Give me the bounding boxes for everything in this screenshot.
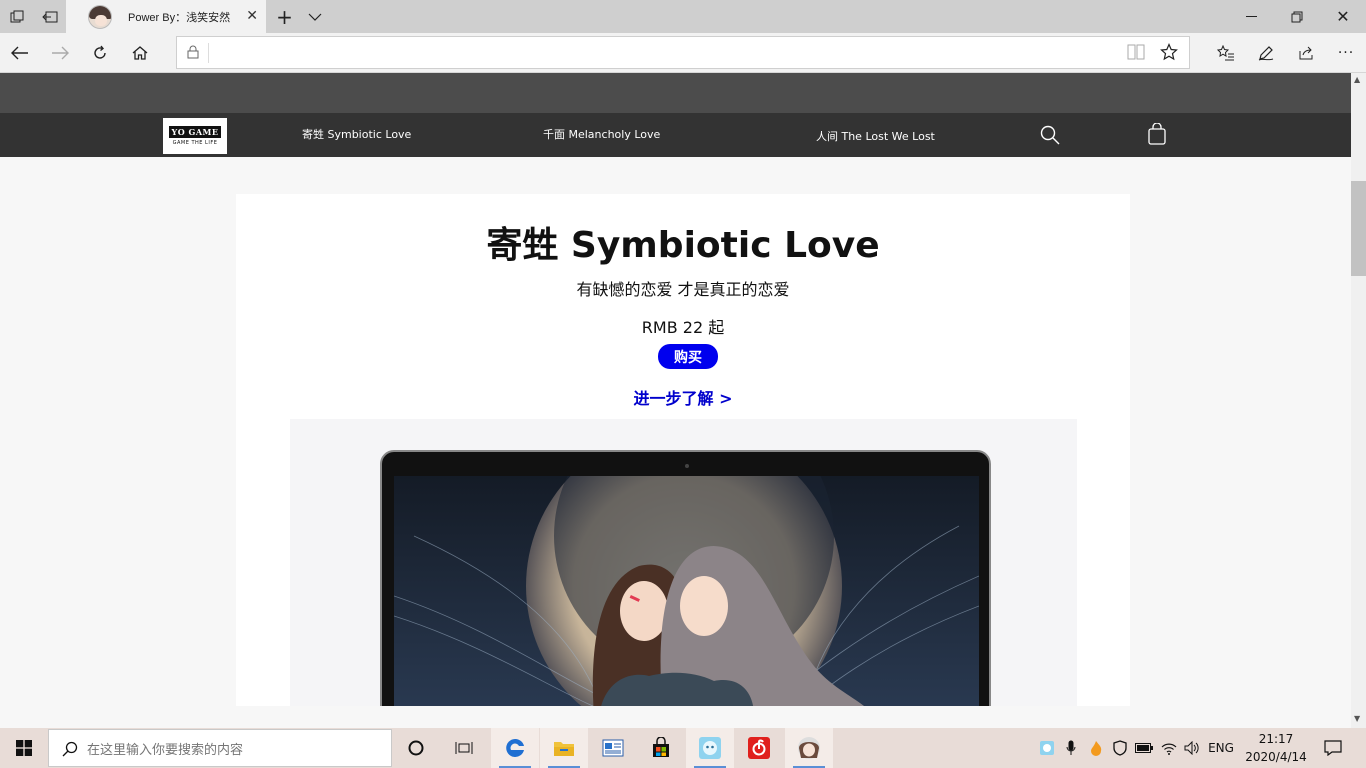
action-center-icon[interactable] <box>1318 728 1348 768</box>
new-tab-icon[interactable]: + <box>268 0 301 33</box>
nav-link-melancholy-love[interactable]: 千面 Melancholy Love <box>543 113 660 157</box>
add-notes-pen-icon[interactable] <box>1246 33 1286 73</box>
page-viewport: YO GAME GAME THE LIFE 寄甡 Symbiotic Love … <box>0 73 1351 706</box>
tab-list-chevron-icon[interactable] <box>298 0 331 33</box>
laptop-frame <box>380 450 991 706</box>
taskbar-clock[interactable]: 21:17 2020/4/14 <box>1240 730 1312 766</box>
favorites-hub-icon[interactable] <box>1206 33 1246 73</box>
restore-window-icon[interactable] <box>1274 0 1320 33</box>
news-app-taskbar-icon[interactable] <box>589 728 637 768</box>
back-icon[interactable] <box>0 33 40 73</box>
learn-more-link[interactable]: 进一步了解 > <box>236 385 1130 409</box>
share-icon[interactable] <box>1286 33 1326 73</box>
product-title: 寄甡 Symbiotic Love <box>486 225 880 266</box>
scrollbar-thumb[interactable] <box>1351 181 1366 276</box>
reading-view-icon[interactable] <box>1127 44 1145 64</box>
volume-icon[interactable] <box>1181 728 1203 768</box>
clock-date: 2020/4/14 <box>1245 750 1307 764</box>
url-input[interactable] <box>209 42 1109 64</box>
file-explorer-taskbar-icon[interactable] <box>540 728 588 768</box>
logo-text: YO GAME <box>168 126 222 138</box>
lock-icon <box>187 45 199 59</box>
site-logo[interactable]: YO GAME GAME THE LIFE <box>163 118 227 154</box>
favorite-star-icon[interactable] <box>1160 43 1178 65</box>
scroll-up-icon[interactable]: ▲ <box>1354 75 1360 84</box>
site-navbar: YO GAME GAME THE LIFE 寄甡 Symbiotic Love … <box>0 113 1351 157</box>
laptop-camera <box>685 464 689 468</box>
microphone-icon[interactable] <box>1061 728 1081 768</box>
tab-overview-icon[interactable] <box>0 0 33 33</box>
taskbar-search-input[interactable] <box>87 739 377 759</box>
product-price: RMB 22 起 <box>641 318 725 337</box>
live2d-app-taskbar-icon[interactable] <box>686 728 734 768</box>
product-card: 寄甡 Symbiotic Love 有缺憾的恋爱 才是真正的恋爱 RMB 22 … <box>236 194 1130 706</box>
product-hero-image-area <box>290 419 1077 706</box>
forward-icon[interactable] <box>40 33 80 73</box>
clock-time: 21:17 <box>1258 732 1294 746</box>
set-tabs-aside-icon[interactable] <box>33 0 66 33</box>
logo-tagline: GAME THE LIFE <box>172 140 218 146</box>
tray-flame-icon[interactable] <box>1085 728 1107 768</box>
nav-link-the-lost-we-lost[interactable]: 人间 The Lost We Lost <box>816 115 935 159</box>
security-shield-icon[interactable] <box>1109 728 1131 768</box>
page-scrollbar[interactable]: ▲ ▼ <box>1351 73 1366 728</box>
game-artwork-image <box>394 476 979 706</box>
windows-start-icon[interactable] <box>0 728 48 768</box>
minimize-window-icon[interactable] <box>1228 0 1274 33</box>
close-window-icon[interactable]: ✕ <box>1320 0 1366 33</box>
site-top-strip <box>0 73 1351 113</box>
taskbar-search-box[interactable] <box>48 729 392 767</box>
wallpaper-app-taskbar-icon[interactable] <box>785 728 833 768</box>
tab-favicon-icon <box>88 4 112 29</box>
battery-icon[interactable] <box>1133 728 1155 768</box>
tab-title: Power By：浅笑安然 <box>128 11 231 24</box>
home-icon[interactable] <box>120 33 160 73</box>
more-menu-icon[interactable]: ··· <box>1326 33 1366 73</box>
address-bar[interactable] <box>176 36 1190 69</box>
buy-button[interactable]: 购买 <box>658 344 718 369</box>
wifi-icon[interactable] <box>1158 728 1180 768</box>
input-language-indicator[interactable]: ENG <box>1205 728 1237 768</box>
browser-tab-active[interactable]: Power By：浅笑安然 ✕ <box>66 0 266 33</box>
taskbar-search-icon <box>62 741 78 757</box>
scroll-down-icon[interactable]: ▼ <box>1354 714 1360 723</box>
nav-link-symbiotic-love[interactable]: 寄甡 Symbiotic Love <box>302 113 411 157</box>
tray-app-icon[interactable] <box>1036 728 1058 768</box>
refresh-icon[interactable] <box>80 33 120 73</box>
netease-music-taskbar-icon[interactable] <box>735 728 783 768</box>
search-icon[interactable] <box>1040 125 1060 145</box>
product-subtitle: 有缺憾的恋爱 才是真正的恋爱 <box>576 280 790 299</box>
browser-tab-strip: Power By：浅笑安然 ✕ + ✕ <box>0 0 1366 33</box>
microsoft-store-taskbar-icon[interactable] <box>637 728 685 768</box>
edge-browser-taskbar-icon[interactable] <box>491 728 539 768</box>
page-bottom-fill <box>0 706 1351 728</box>
task-view-icon[interactable] <box>440 728 488 768</box>
windows-taskbar: ENG 21:17 2020/4/14 <box>0 728 1366 768</box>
tab-close-icon[interactable]: ✕ <box>246 8 258 24</box>
cortana-icon[interactable] <box>392 728 440 768</box>
browser-toolbar: ··· <box>0 33 1366 73</box>
shopping-bag-icon[interactable] <box>1147 123 1167 145</box>
